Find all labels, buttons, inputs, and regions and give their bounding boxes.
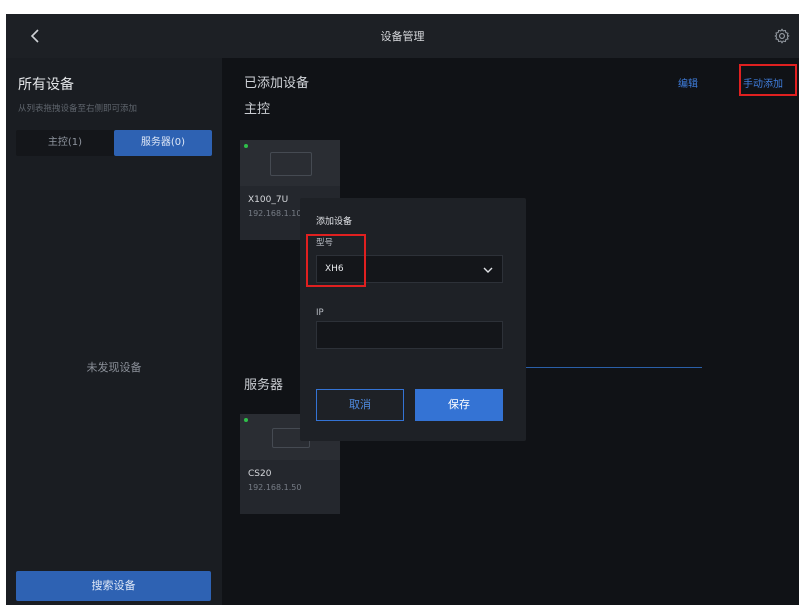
online-status-dot bbox=[244, 418, 248, 422]
device-name: CS20 bbox=[248, 469, 272, 479]
sidebar-heading: 所有设备 bbox=[18, 77, 74, 93]
device-name: X100_7U bbox=[248, 195, 289, 205]
device-thumbnail bbox=[240, 140, 340, 186]
empty-state-text: 未发现设备 bbox=[86, 361, 142, 374]
model-highlight bbox=[306, 234, 366, 287]
search-devices-button[interactable]: 搜索设备 bbox=[16, 571, 211, 601]
app-window: 设备管理 所有设备 从列表拖拽设备至右侧即可添加 主控(1) 服务器(0) 未发… bbox=[6, 14, 799, 605]
section-divider bbox=[522, 367, 702, 368]
manual-add-highlight bbox=[739, 64, 797, 96]
sidebar-hint: 从列表拖拽设备至右侧即可添加 bbox=[18, 104, 138, 114]
ip-input[interactable] bbox=[316, 321, 503, 349]
tab-controllers[interactable]: 主控(1) bbox=[16, 130, 114, 156]
gear-icon[interactable] bbox=[773, 27, 791, 45]
dialog-title: 添加设备 bbox=[316, 217, 353, 227]
device-ip: 192.168.1.10 bbox=[248, 209, 302, 218]
online-status-dot bbox=[244, 144, 248, 148]
top-bar: 设备管理 bbox=[6, 14, 799, 58]
device-ip: 192.168.1.50 bbox=[248, 483, 302, 492]
controllers-section-title: 主控 bbox=[244, 102, 271, 117]
device-type-tabs: 主控(1) 服务器(0) bbox=[16, 130, 212, 156]
edit-button[interactable]: 编辑 bbox=[678, 75, 698, 90]
cancel-button[interactable]: 取消 bbox=[316, 389, 404, 421]
controller-device-icon bbox=[270, 152, 312, 176]
servers-section-title: 服务器 bbox=[244, 378, 284, 393]
tab-servers[interactable]: 服务器(0) bbox=[114, 130, 212, 156]
ip-label: IP bbox=[316, 308, 324, 318]
save-button[interactable]: 保存 bbox=[415, 389, 503, 421]
page-title: 设备管理 bbox=[380, 30, 425, 43]
added-devices-heading: 已添加设备 bbox=[244, 76, 310, 91]
device-sidebar: 所有设备 从列表拖拽设备至右侧即可添加 主控(1) 服务器(0) 未发现设备 搜… bbox=[6, 58, 222, 605]
add-device-dialog: 添加设备 型号 XH6 IP 取消 保存 bbox=[300, 198, 526, 441]
chevron-down-icon bbox=[483, 267, 493, 273]
